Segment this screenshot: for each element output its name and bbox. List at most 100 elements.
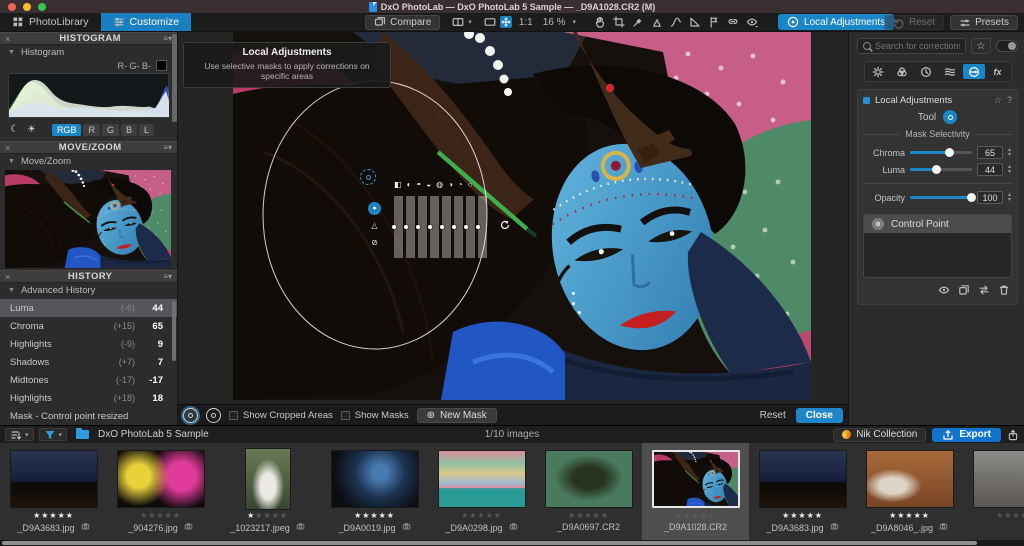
eraser-tool-icon[interactable]: ⊘ bbox=[368, 236, 381, 249]
light-tab-icon[interactable] bbox=[867, 64, 889, 79]
thumbnail-image[interactable] bbox=[973, 450, 1024, 508]
split-view-icon[interactable] bbox=[452, 16, 464, 28]
fx-tab-icon[interactable]: fx bbox=[987, 64, 1009, 79]
sort-button[interactable]: ▾ bbox=[5, 428, 34, 441]
clone-stamp-tool-icon[interactable] bbox=[651, 16, 663, 28]
tint-icon[interactable]: ○ bbox=[468, 180, 473, 189]
link-tool-icon[interactable] bbox=[727, 16, 739, 28]
export-button[interactable]: Export bbox=[932, 428, 1001, 442]
highlights-icon[interactable]: ◓ bbox=[416, 180, 421, 189]
panel-menu-icon[interactable]: ≡▾ bbox=[163, 143, 172, 152]
star-rating[interactable]: ★★★★★ bbox=[33, 511, 74, 522]
channel-button-l[interactable]: L bbox=[139, 124, 154, 136]
selected-mask-tool-icon[interactable]: ✦ bbox=[368, 202, 381, 215]
history-item[interactable]: Highlights (-9) 9 bbox=[0, 335, 177, 353]
hand-tool-icon[interactable] bbox=[594, 16, 606, 28]
movezoom-subheader[interactable]: ▼ Move/Zoom bbox=[0, 154, 177, 168]
eyedropper-tool-icon[interactable] bbox=[632, 16, 644, 28]
favorites-filter-button[interactable]: ☆ bbox=[971, 38, 991, 54]
thumbnail-image[interactable] bbox=[759, 450, 847, 508]
history-item[interactable]: Midtones (-17) -17 bbox=[0, 371, 177, 389]
filmstrip-item[interactable]: ★★★★★ _D9A8046_.jpg bbox=[856, 443, 963, 540]
mask-reset-button[interactable]: Reset bbox=[760, 410, 786, 421]
history-scrollbar[interactable] bbox=[172, 301, 176, 361]
flag-tool-icon[interactable] bbox=[708, 16, 720, 28]
mask-visibility-icon[interactable] bbox=[938, 284, 950, 296]
saturation-icon[interactable]: ◑ bbox=[448, 180, 453, 189]
image-canvas[interactable]: Local Adjustments Use selective masks to… bbox=[178, 32, 848, 425]
local-adjustments-tab-icon[interactable] bbox=[963, 64, 985, 79]
filmstrip-item[interactable]: ★★★★★ _D9A0019.jpg bbox=[321, 443, 428, 540]
close-icon[interactable]: × bbox=[5, 143, 17, 153]
vibrance-icon[interactable]: ◍ bbox=[436, 180, 443, 189]
star-rating[interactable]: ★★★★★ bbox=[889, 511, 930, 522]
close-local-adjustments-button[interactable]: Close bbox=[796, 408, 843, 423]
filmstrip-item[interactable]: ★★★★★ _D9A1028.CR2 bbox=[642, 443, 749, 540]
history-item[interactable]: Shadows (+7) 7 bbox=[0, 353, 177, 371]
color-picker-tool-icon[interactable]: △ bbox=[368, 219, 381, 232]
move-zoom-tool-icon[interactable] bbox=[500, 16, 512, 28]
thumbnail-image[interactable] bbox=[10, 450, 98, 508]
channel-button-rgb[interactable]: RGB bbox=[52, 124, 82, 136]
mask-list-area[interactable] bbox=[864, 233, 1011, 277]
star-rating[interactable]: ★★★★★ bbox=[247, 511, 288, 522]
compare-button[interactable]: Compare bbox=[365, 15, 440, 30]
close-icon[interactable]: × bbox=[5, 34, 17, 44]
temperature-icon[interactable]: ◔ bbox=[458, 180, 463, 189]
show-masks-checkbox[interactable]: Show Masks bbox=[341, 410, 409, 421]
star-rating[interactable]: ★★★★★ bbox=[996, 511, 1024, 522]
control-point-subtract-button[interactable] bbox=[206, 408, 221, 423]
star-rating[interactable]: ★★★★★ bbox=[782, 511, 823, 522]
slider-stepper[interactable]: ▴▾ bbox=[1008, 148, 1011, 158]
filmstrip-item[interactable]: ★★★★★ _D9A0697.CR2 bbox=[535, 443, 642, 540]
filmstrip-item[interactable]: ★★★★★ _1023217.jpeg bbox=[214, 443, 321, 540]
shadow-clipping-icon[interactable]: ☾ bbox=[10, 124, 19, 135]
crop-tool-icon[interactable] bbox=[613, 16, 625, 28]
corrections-toggle[interactable] bbox=[996, 40, 1018, 52]
channel-button-g[interactable]: G bbox=[102, 124, 119, 136]
panel-menu-icon[interactable]: ≡▾ bbox=[163, 272, 172, 281]
thumbnail-image[interactable] bbox=[866, 450, 954, 508]
star-rating[interactable]: ★★★★★ bbox=[568, 511, 609, 522]
equalizer-reset-icon[interactable] bbox=[500, 220, 510, 233]
exposure-icon[interactable]: ◧ bbox=[394, 180, 402, 189]
history-item[interactable]: Highlights (+18) 18 bbox=[0, 389, 177, 407]
ruler-tool-icon[interactable] bbox=[689, 16, 701, 28]
reset-button[interactable]: Reset bbox=[884, 15, 944, 30]
help-icon[interactable]: ? bbox=[1007, 95, 1012, 105]
filmstrip-item[interactable]: ★★★★★ _D9A3683.jpg bbox=[0, 443, 107, 540]
slider-track[interactable] bbox=[910, 168, 972, 171]
search-corrections-input[interactable] bbox=[857, 38, 966, 54]
zoom-1to1[interactable]: 1:1 bbox=[516, 17, 536, 28]
filmstrip-item[interactable]: ★★★★★ _D9A3683.jpg bbox=[749, 443, 856, 540]
close-icon[interactable]: × bbox=[5, 272, 17, 282]
slider-track[interactable] bbox=[910, 151, 972, 154]
slider-track[interactable] bbox=[910, 196, 972, 199]
slider-knob[interactable] bbox=[945, 148, 954, 157]
slider-stepper[interactable]: ▴▾ bbox=[1008, 193, 1011, 203]
filmstrip-item[interactable]: ★★★★★ _904276.jpg bbox=[107, 443, 214, 540]
zoom-window-button[interactable] bbox=[38, 3, 46, 11]
thumbnail-image[interactable] bbox=[117, 450, 205, 508]
delete-mask-icon[interactable] bbox=[998, 284, 1010, 296]
zoom-level-value[interactable]: 16 % bbox=[540, 17, 569, 28]
navigator-thumbnail[interactable] bbox=[5, 170, 171, 268]
star-rating[interactable]: ★★★★★ bbox=[675, 511, 716, 522]
duplicate-mask-icon[interactable] bbox=[958, 284, 970, 296]
show-cropped-areas-checkbox[interactable]: Show Cropped Areas bbox=[229, 410, 333, 421]
highlight-clipping-icon[interactable]: ☀ bbox=[27, 124, 36, 135]
color-tab-icon[interactable] bbox=[891, 64, 913, 79]
visibility-tool-icon[interactable] bbox=[746, 16, 758, 28]
control-point-tool-button[interactable] bbox=[943, 110, 957, 124]
minimize-window-button[interactable] bbox=[23, 3, 31, 11]
channel-button-r[interactable]: R bbox=[83, 124, 100, 136]
history-tab-icon[interactable] bbox=[915, 64, 937, 79]
tab-customize[interactable]: Customize bbox=[101, 13, 192, 31]
share-icon[interactable] bbox=[1007, 429, 1019, 441]
close-window-button[interactable] bbox=[8, 3, 16, 11]
left-panel-scrollbar[interactable] bbox=[172, 34, 177, 122]
split-view-dropdown[interactable]: ▾ bbox=[468, 18, 472, 26]
shadows-icon[interactable]: ◒ bbox=[426, 180, 431, 189]
filmstrip-item[interactable]: ★★★★★ bbox=[963, 443, 1024, 540]
tab-photolibrary[interactable]: PhotoLibrary bbox=[0, 13, 101, 31]
